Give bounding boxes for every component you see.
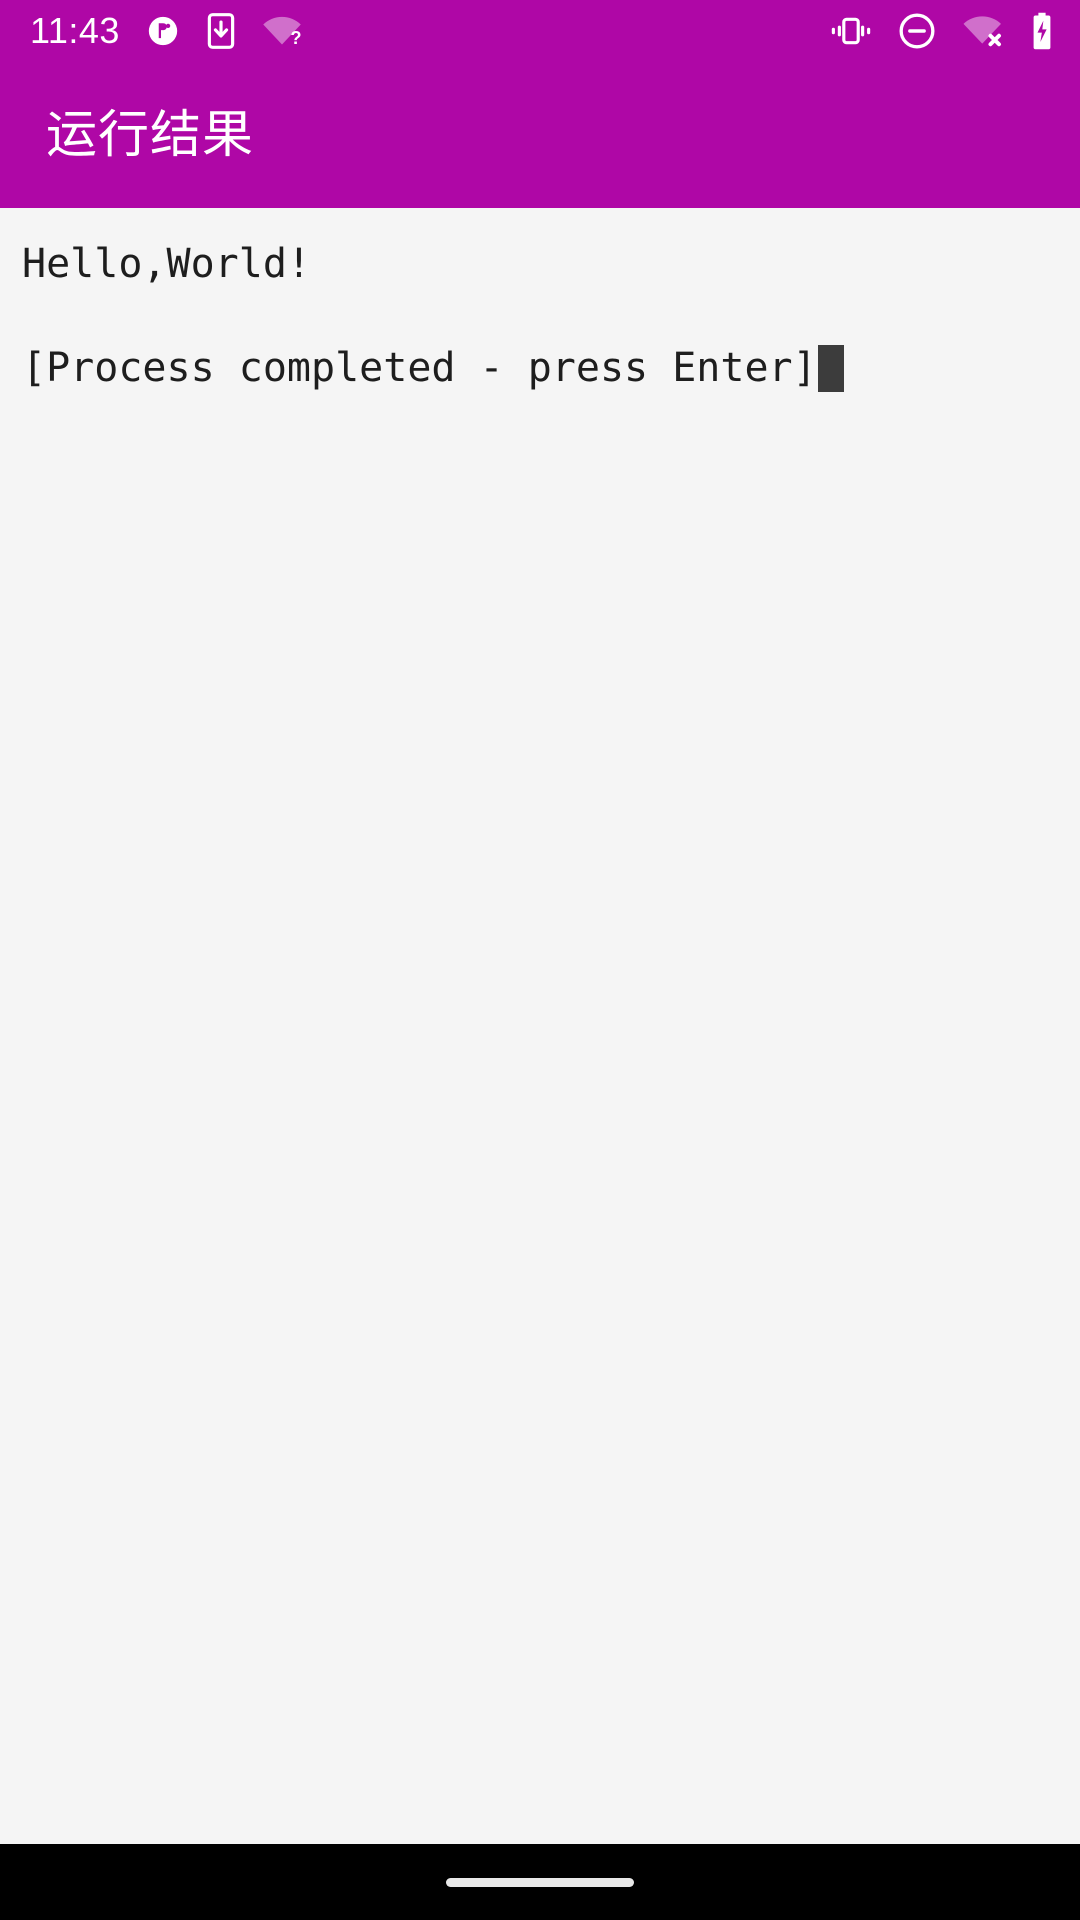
title-bar: 运行结果 xyxy=(0,62,1080,208)
system-navigation-bar xyxy=(0,1844,1080,1920)
status-bar-right xyxy=(830,11,1054,51)
app-bar: 11:43 ? 运行结果 xyxy=(0,0,1080,208)
gesture-home-pill[interactable] xyxy=(446,1877,634,1887)
console-line-status-text: [Process completed - press Enter] xyxy=(22,345,817,391)
page-title: 运行结果 xyxy=(46,105,255,163)
wifi-unknown-icon: ? xyxy=(262,11,302,51)
console-line-status: [Process completed - press Enter] xyxy=(22,344,1058,392)
battery-charging-icon xyxy=(1030,11,1054,51)
app-screen: 11:43 ? 运行结果 Hello,World! [Process compl… xyxy=(0,0,1080,1920)
status-bar-left: 11:43 ? xyxy=(30,11,302,51)
console-line-output: Hello,World! xyxy=(22,241,311,287)
phone-download-icon xyxy=(206,11,236,51)
app-notification-icon xyxy=(146,11,180,51)
console-output[interactable]: Hello,World! [Process completed - press … xyxy=(0,208,1080,1844)
svg-text:?: ? xyxy=(290,27,301,47)
vibrate-icon xyxy=(830,11,872,51)
status-clock: 11:43 xyxy=(30,10,120,51)
do-not-disturb-icon xyxy=(898,11,936,51)
status-bar: 11:43 ? xyxy=(0,0,1080,62)
wifi-disconnected-icon xyxy=(962,11,1004,51)
terminal-cursor xyxy=(817,344,844,392)
